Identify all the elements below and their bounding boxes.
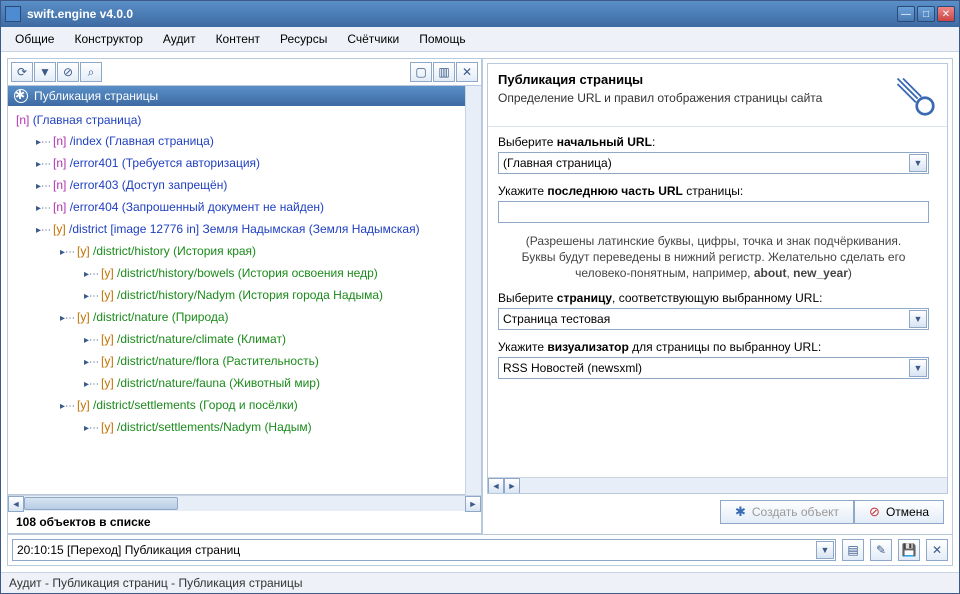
menu-Помощь[interactable]: Помощь (411, 29, 473, 49)
tree[interactable]: [n] (Главная страница)▸⋯[n] /index (Глав… (8, 106, 465, 443)
publish-icon (891, 72, 937, 118)
page-select[interactable]: Страница тестовая▼ (498, 308, 929, 330)
window-title: swift.engine v4.0.0 (27, 7, 897, 21)
app-icon (5, 6, 21, 22)
tree-node[interactable]: ▸⋯[n] /error404 (Запрошенный документ не… (8, 197, 465, 219)
tree-node[interactable]: ▸⋯[y] /district/nature (Природа) (8, 307, 465, 329)
url-hint: (Разрешены латинские буквы, цифры, точка… (498, 233, 929, 281)
tree-node[interactable]: ▸⋯[n] /error401 (Требуется авторизация) (8, 153, 465, 175)
create-object-button[interactable]: ✱Создать объект (720, 500, 854, 524)
menu-Конструктор[interactable]: Конструктор (66, 29, 150, 49)
start-url-select[interactable]: (Главная страница)▼ (498, 152, 929, 174)
tree-node[interactable]: ▸⋯[y] /district [image 12776 in] Земля Н… (8, 219, 465, 241)
field-page-label: Выберите страницу, соответствующую выбра… (498, 291, 929, 305)
clear-filter-icon[interactable]: ⊘ (57, 62, 79, 82)
form-subtitle: Определение URL и правил отображения стр… (498, 91, 881, 105)
tree-node[interactable]: ▸⋯[y] /district/history/bowels (История … (8, 263, 465, 285)
tree-node[interactable]: ▸⋯[y] /district/history/Nadym (История г… (8, 285, 465, 307)
menu-Счётчики[interactable]: Счётчики (339, 29, 407, 49)
tree-node[interactable]: ▸⋯[y] /district/nature/fauna (Животный м… (8, 373, 465, 395)
filter-icon[interactable]: ▼ (34, 62, 56, 82)
minimize-button[interactable]: — (897, 6, 915, 22)
gear-icon (14, 89, 28, 103)
horizontal-scrollbar[interactable]: ◄ ► (8, 495, 481, 511)
field-url-part-label: Укажите последнюю часть URL страницы: (498, 184, 929, 198)
menu-Общие[interactable]: Общие (7, 29, 62, 49)
titlebar: swift.engine v4.0.0 — □ ✕ (1, 1, 959, 27)
tree-node[interactable]: ▸⋯[n] /error403 (Доступ запрещён) (8, 175, 465, 197)
app-window: swift.engine v4.0.0 — □ ✕ ОбщиеКонструкт… (0, 0, 960, 594)
action-edit-icon[interactable]: ✎ (870, 539, 892, 561)
object-count: 108 объектов в списке (8, 511, 481, 534)
scroll-right-icon[interactable]: ► (504, 478, 520, 494)
chevron-down-icon[interactable]: ▼ (816, 541, 834, 559)
view-close-icon[interactable]: ✕ (456, 62, 478, 82)
vertical-scrollbar[interactable] (465, 86, 481, 495)
statusbar: Аудит - Публикация страниц - Публикация … (1, 572, 959, 593)
menu-Аудит[interactable]: Аудит (155, 29, 204, 49)
action-save-icon[interactable]: 💾 (898, 539, 920, 561)
view-single-icon[interactable]: ▢ (410, 62, 432, 82)
chevron-down-icon[interactable]: ▼ (909, 310, 927, 328)
tree-node[interactable]: ▸⋯[n] /index (Главная страница) (8, 131, 465, 153)
tree-node[interactable]: ▸⋯[y] /district/nature/climate (Климат) (8, 329, 465, 351)
field-start-url-label: Выберите начальный URL: (498, 135, 929, 149)
tree-node[interactable]: [n] (Главная страница) (8, 110, 465, 131)
tree-header-label: Публикация страницы (34, 89, 158, 103)
asterisk-icon: ✱ (735, 504, 746, 520)
view-split-icon[interactable]: ▥ (433, 62, 455, 82)
menu-Контент[interactable]: Контент (208, 29, 268, 49)
cancel-icon: ⊘ (869, 504, 880, 520)
left-panel: ⟳ ▼ ⊘ ⌕ ▢ ▥ ✕ Публикация страницы (8, 59, 483, 534)
refresh-icon[interactable]: ⟳ (11, 62, 33, 82)
tree-node[interactable]: ▸⋯[y] /district/nature/flora (Растительн… (8, 351, 465, 373)
tree-header: Публикация страницы (8, 86, 465, 106)
scroll-right-icon[interactable]: ► (465, 496, 481, 512)
form-title: Публикация страницы (498, 72, 881, 87)
right-panel: Публикация страницы Определение URL и пр… (483, 59, 952, 534)
menu-Ресурсы[interactable]: Ресурсы (272, 29, 335, 49)
tree-node[interactable]: ▸⋯[y] /district/settlements/Nadym (Надым… (8, 417, 465, 439)
chevron-down-icon[interactable]: ▼ (909, 359, 927, 377)
bottom-bar: 20:10:15 [Переход] Публикация страниц ▼ … (8, 534, 952, 565)
url-part-input[interactable] (498, 201, 929, 223)
cancel-button[interactable]: ⊘Отмена (854, 500, 944, 524)
status-combo[interactable]: 20:10:15 [Переход] Публикация страниц ▼ (12, 539, 836, 561)
menubar: ОбщиеКонструкторАудитКонтентРесурсыСчётч… (1, 27, 959, 52)
search-icon[interactable]: ⌕ (80, 62, 102, 82)
tree-node[interactable]: ▸⋯[y] /district/settlements (Город и пос… (8, 395, 465, 417)
left-toolbar: ⟳ ▼ ⊘ ⌕ ▢ ▥ ✕ (8, 59, 481, 86)
scroll-left-icon[interactable]: ◄ (8, 496, 24, 512)
field-visualizer-label: Укажите визуализатор для страницы по выб… (498, 340, 929, 354)
tree-node[interactable]: ▸⋯[y] /district/history (История края) (8, 241, 465, 263)
chevron-down-icon[interactable]: ▼ (909, 154, 927, 172)
maximize-button[interactable]: □ (917, 6, 935, 22)
action-delete-icon[interactable]: ✕ (926, 539, 948, 561)
scroll-left-icon[interactable]: ◄ (488, 478, 504, 494)
close-button[interactable]: ✕ (937, 6, 955, 22)
visualizer-select[interactable]: RSS Новостей (newsxml)▼ (498, 357, 929, 379)
form-panel: Публикация страницы Определение URL и пр… (487, 63, 948, 494)
action-new-icon[interactable]: ▤ (842, 539, 864, 561)
form-horizontal-scrollbar[interactable]: ◄ ► (488, 477, 947, 493)
